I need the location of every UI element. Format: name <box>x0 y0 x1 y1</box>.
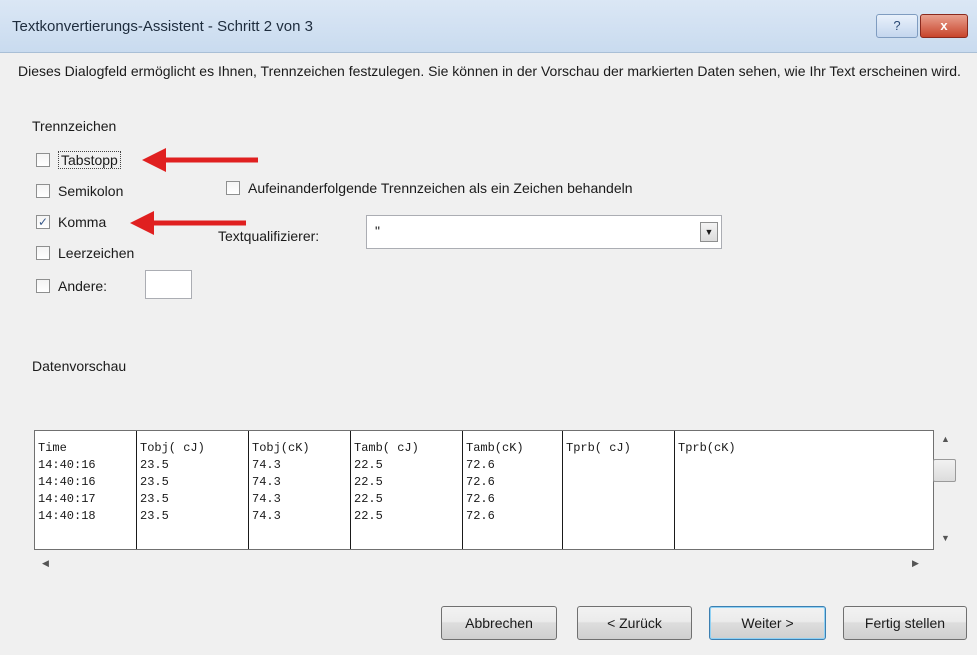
preview-cell: 72.6 <box>466 492 495 506</box>
consecutive-checkbox-box[interactable] <box>226 181 240 195</box>
scroll-left-icon[interactable]: ◀ <box>42 558 49 569</box>
preview-cell: 23.5 <box>140 475 169 489</box>
komma-checkbox-box[interactable]: ✓ <box>36 215 50 229</box>
semikolon-label: Semikolon <box>58 183 124 199</box>
tabstopp-checkbox-box[interactable] <box>36 153 50 167</box>
checkbox-andere[interactable]: Andere: <box>36 278 107 294</box>
preview-column[interactable]: Tprb( cJ) <box>562 431 674 549</box>
preview-cell: 22.5 <box>354 475 383 489</box>
scroll-down-icon[interactable]: ▼ <box>941 533 950 543</box>
preview-column[interactable]: Tobj( cJ) 23.5 23.5 23.5 23.5 <box>136 431 248 549</box>
annotation-arrow-komma-icon <box>130 211 246 235</box>
preview-header-cell: Tamb(cK) <box>466 441 524 455</box>
preview-header-cell: Tamb( cJ) <box>354 441 419 455</box>
preview-column[interactable]: Time 14:40:16 14:40:16 14:40:17 14:40:18 <box>35 431 135 549</box>
text-qualifier-select[interactable]: " ▼ <box>366 215 722 249</box>
checkbox-komma[interactable]: ✓ Komma <box>36 214 106 230</box>
finish-button[interactable]: Fertig stellen <box>843 606 967 640</box>
annotation-arrow-tabstopp-icon <box>142 148 258 172</box>
preview-cell: 23.5 <box>140 458 169 472</box>
komma-label: Komma <box>58 214 107 230</box>
preview-header-cell: Tprb( cJ) <box>566 441 631 455</box>
preview-cell: 74.3 <box>252 509 281 523</box>
preview-column[interactable]: Tamb(cK) 72.6 72.6 72.6 72.6 <box>462 431 562 549</box>
delimiters-group-label: Trennzeichen <box>32 118 117 134</box>
scroll-right-icon[interactable]: ▶ <box>912 558 919 569</box>
preview-cell: 72.6 <box>466 458 495 472</box>
preview-cell: 14:40:16 <box>38 475 96 489</box>
preview-header-cell: Tprb(cK) <box>678 441 736 455</box>
chevron-down-icon[interactable]: ▼ <box>700 222 718 242</box>
leerzeichen-label: Leerzeichen <box>58 245 135 261</box>
preview-cell: 22.5 <box>354 492 383 506</box>
scroll-up-icon[interactable]: ▲ <box>941 434 950 444</box>
preview-column[interactable]: Tamb( cJ) 22.5 22.5 22.5 22.5 <box>350 431 462 549</box>
preview-cell: 23.5 <box>140 492 169 506</box>
preview-column[interactable]: Tprb(cK) <box>674 431 933 549</box>
tabstopp-label: Tabstopp <box>58 151 121 169</box>
checkbox-semikolon[interactable]: Semikolon <box>36 183 123 199</box>
preview-vertical-scrollbar[interactable] <box>934 430 958 550</box>
preview-cell: 23.5 <box>140 509 169 523</box>
preview-header-cell: Time <box>38 441 67 455</box>
text-qualifier-value: " <box>375 223 380 239</box>
close-button[interactable]: x <box>920 14 968 38</box>
preview-cell: 22.5 <box>354 458 383 472</box>
title-bar: Textkonvertierungs-Assistent - Schritt 2… <box>0 0 977 53</box>
window-title: Textkonvertierungs-Assistent - Schritt 2… <box>12 18 313 35</box>
arrow-head <box>142 148 166 172</box>
andere-checkbox-box[interactable] <box>36 279 50 293</box>
preview-header-cell: Tobj(cK) <box>252 441 310 455</box>
data-preview-label: Datenvorschau <box>32 358 127 374</box>
preview-cell: 74.3 <box>252 458 281 472</box>
checkbox-consecutive-delimiters[interactable]: Aufeinanderfolgende Trennzeichen als ein… <box>226 180 633 196</box>
preview-cell: 14:40:17 <box>38 492 96 506</box>
text-conversion-dialog: Textkonvertierungs-Assistent - Schritt 2… <box>0 0 977 655</box>
preview-horizontal-scrollbar[interactable] <box>34 550 934 576</box>
scrollbar-thumb[interactable] <box>933 459 956 482</box>
back-button[interactable]: < Zurück <box>577 606 692 640</box>
preview-header-cell: Tobj( cJ) <box>140 441 205 455</box>
cancel-button[interactable]: Abbrechen <box>441 606 557 640</box>
preview-cell: 74.3 <box>252 492 281 506</box>
close-icon: x <box>940 18 948 33</box>
help-button[interactable]: ? <box>876 14 918 38</box>
next-button[interactable]: Weiter > <box>709 606 826 640</box>
preview-cell: 14:40:18 <box>38 509 96 523</box>
preview-cell: 22.5 <box>354 509 383 523</box>
checkbox-leerzeichen[interactable]: Leerzeichen <box>36 245 134 261</box>
andere-delimiter-input[interactable] <box>145 270 192 299</box>
checkbox-tabstopp[interactable]: Tabstopp <box>36 151 121 169</box>
andere-label: Andere: <box>58 278 108 294</box>
dialog-description: Dieses Dialogfeld ermöglicht es Ihnen, T… <box>18 63 961 79</box>
semikolon-checkbox-box[interactable] <box>36 184 50 198</box>
preview-cell: 72.6 <box>466 509 495 523</box>
consecutive-label: Aufeinanderfolgende Trennzeichen als ein… <box>248 180 633 196</box>
preview-column[interactable]: Tobj(cK) 74.3 74.3 74.3 74.3 <box>248 431 350 549</box>
preview-cell: 14:40:16 <box>38 458 96 472</box>
data-preview-grid[interactable]: Time 14:40:16 14:40:16 14:40:17 14:40:18… <box>34 430 934 550</box>
leerzeichen-checkbox-box[interactable] <box>36 246 50 260</box>
help-icon: ? <box>893 18 901 33</box>
arrow-head <box>130 211 154 235</box>
preview-cell: 72.6 <box>466 475 495 489</box>
preview-cell: 74.3 <box>252 475 281 489</box>
